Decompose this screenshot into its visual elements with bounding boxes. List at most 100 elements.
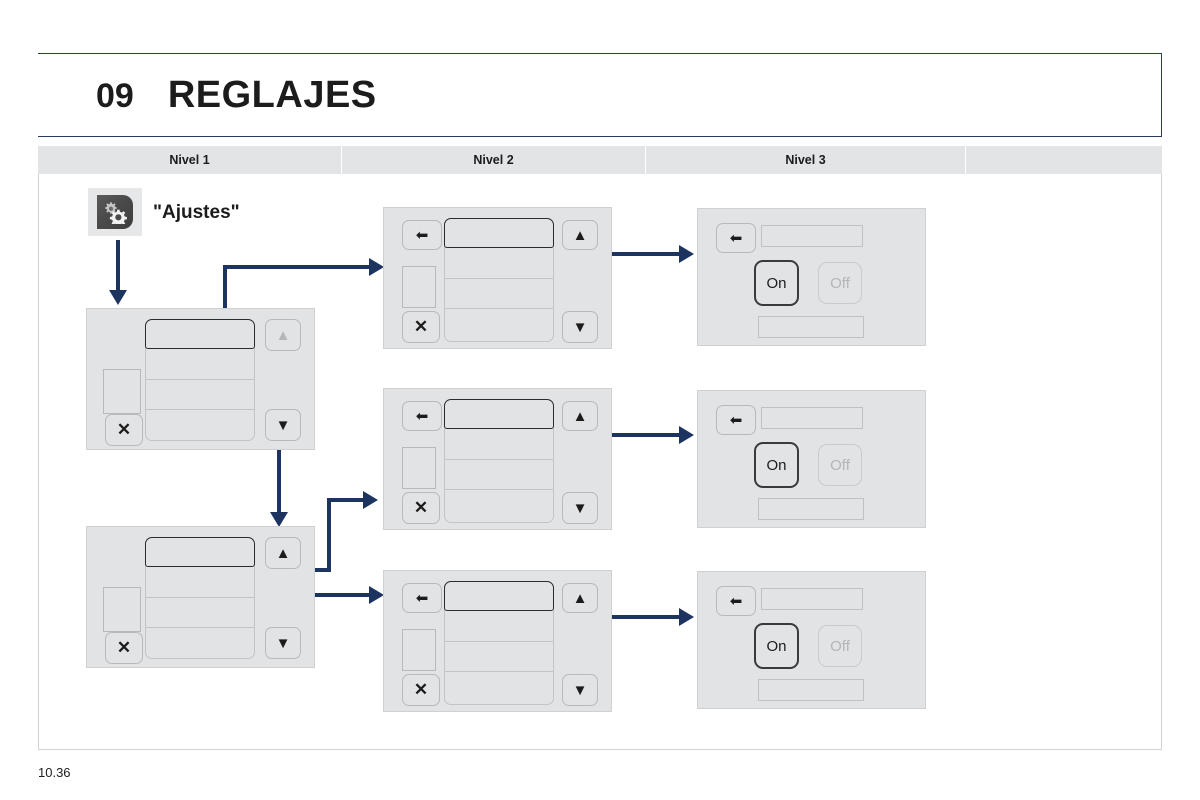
connector-l1p2-to-l2p2 [327,498,365,502]
list-item[interactable] [146,568,254,598]
off-label: Off [830,637,850,655]
level2-panel-1[interactable]: ⬅ ✕ ▲ ▼ [383,207,612,349]
level3-panel-3-on-button[interactable]: On [754,623,799,669]
level3-panel-3[interactable]: ⬅ On Off [697,571,926,709]
level1-panel-2-indicator-box [103,587,141,632]
level3-panel-1-back-button[interactable]: ⬅ [716,223,756,253]
level3-panel-1-title-bar [761,225,863,247]
level3-panel-3-back-button[interactable]: ⬅ [716,586,756,616]
close-icon: ✕ [413,498,429,517]
level3-panel-1[interactable]: ⬅ On Off [697,208,926,346]
connector-arrowhead-right-4 [679,245,694,263]
page-title: REGLAJES [167,73,377,116]
level3-panel-1-off-button[interactable]: Off [818,262,862,304]
level3-panel-1-on-button[interactable]: On [754,260,799,306]
level2-panel-2-close-button[interactable]: ✕ [402,492,440,524]
level2-panel-1-selected-row[interactable] [444,218,554,248]
off-label: Off [830,274,850,292]
level1-panel-1[interactable]: ✕ ▲ ▼ [86,308,315,450]
list-item[interactable] [146,598,254,628]
level2-panel-3[interactable]: ⬅ ✕ ▲ ▼ [383,570,612,712]
arrow-left-icon: ⬅ [415,226,429,244]
on-label: On [766,637,787,655]
list-item[interactable] [146,380,254,410]
list-item[interactable] [146,350,254,380]
level2-panel-1-scroll-down-button[interactable]: ▼ [562,311,598,343]
level2-panel-2-scroll-down-button[interactable]: ▼ [562,492,598,524]
triangle-down-icon: ▼ [572,499,588,517]
level1-panel-2-close-button[interactable]: ✕ [105,632,143,664]
close-icon: ✕ [413,680,429,699]
level2-panel-3-selected-row[interactable] [444,581,554,611]
close-icon: ✕ [116,420,132,439]
page-number: 10.36 [38,765,71,780]
level2-panel-3-back-button[interactable]: ⬅ [402,583,442,613]
close-icon: ✕ [413,317,429,336]
list-item[interactable] [445,430,553,460]
level-header-spacer [966,146,1162,174]
level3-panel-2-footer-bar [758,498,864,520]
connector-arrowhead-down-2 [270,512,288,527]
level1-panel-2[interactable]: ✕ ▲ ▼ [86,526,315,668]
connector-l1p1-to-l1p2 [277,440,281,515]
list-item[interactable] [445,490,553,524]
level2-panel-1-scroll-up-button[interactable]: ▲ [562,220,598,250]
list-item[interactable] [445,672,553,706]
level2-panel-1-back-button[interactable]: ⬅ [402,220,442,250]
level3-panel-2-on-button[interactable]: On [754,442,799,488]
list-item[interactable] [445,642,553,672]
level1-panel-1-scroll-up-button[interactable]: ▲ [265,319,301,351]
level-header-bar: Nivel 1 Nivel 2 Nivel 3 [38,146,1162,174]
level1-panel-2-scroll-down-button[interactable]: ▼ [265,627,301,659]
level1-panel-1-selected-row[interactable] [145,319,255,349]
triangle-up-icon: ▲ [572,407,588,425]
level2-panel-2[interactable]: ⬅ ✕ ▲ ▼ [383,388,612,530]
level1-panel-2-selected-row[interactable] [145,537,255,567]
triangle-down-icon: ▼ [275,416,291,434]
level2-panel-3-scroll-down-button[interactable]: ▼ [562,674,598,706]
connector-icon-to-level1-panel1 [116,240,120,292]
settings-icon-tile [88,188,142,236]
triangle-up-icon: ▲ [275,326,291,344]
settings-gears-icon [97,195,133,229]
level3-panel-1-footer-bar [758,316,864,338]
list-item[interactable] [146,628,254,660]
level1-panel-1-indicator-box [103,369,141,414]
level2-panel-1-close-button[interactable]: ✕ [402,311,440,343]
connector-arrowhead-right-1 [369,258,384,276]
level2-panel-3-scroll-up-button[interactable]: ▲ [562,583,598,613]
level3-panel-3-title-bar [761,588,863,610]
level2-panel-2-selected-row[interactable] [444,399,554,429]
list-item[interactable] [445,460,553,490]
connector-arrowhead-right-5 [679,426,694,444]
connector-arrowhead-right-6 [679,608,694,626]
arrow-left-icon: ⬅ [729,229,743,247]
close-icon: ✕ [116,638,132,657]
list-item[interactable] [445,309,553,343]
level1-panel-2-scroll-up-button[interactable]: ▲ [265,537,301,569]
level3-panel-2-off-button[interactable]: Off [818,444,862,486]
level2-panel-3-close-button[interactable]: ✕ [402,674,440,706]
list-item[interactable] [445,612,553,642]
level1-panel-1-scroll-down-button[interactable]: ▼ [265,409,301,441]
chapter-number: 09 [96,76,134,115]
on-label: On [766,456,787,474]
level3-panel-2-back-button[interactable]: ⬅ [716,405,756,435]
level2-panel-2-scroll-up-button[interactable]: ▲ [562,401,598,431]
level2-panel-2-back-button[interactable]: ⬅ [402,401,442,431]
arrow-left-icon: ⬅ [729,592,743,610]
level-header-nivel-2: Nivel 2 [342,146,646,174]
connector-arrowhead-right-3 [369,586,384,604]
list-item[interactable] [445,279,553,309]
list-item[interactable] [146,410,254,442]
level-header-nivel-3: Nivel 3 [646,146,966,174]
level3-panel-3-off-button[interactable]: Off [818,625,862,667]
connector-arrowhead-right-2 [363,491,378,509]
level1-panel-1-close-button[interactable]: ✕ [105,414,143,446]
triangle-up-icon: ▲ [572,226,588,244]
level2-panel-2-indicator-box [402,447,436,489]
level2-panel-3-indicator-box [402,629,436,671]
list-item[interactable] [445,249,553,279]
level3-panel-2[interactable]: ⬅ On Off [697,390,926,528]
level2-panel-1-indicator-box [402,266,436,308]
